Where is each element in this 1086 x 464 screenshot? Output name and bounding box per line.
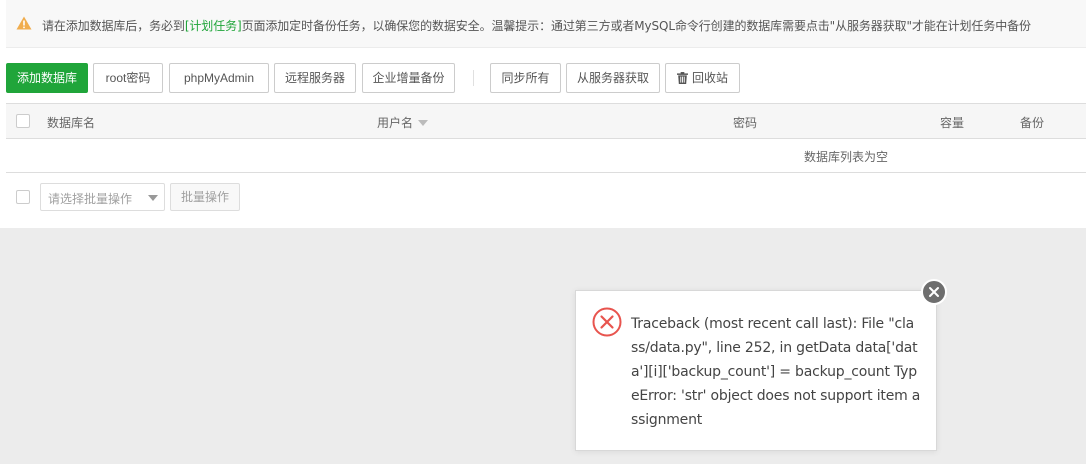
- sync-all-button[interactable]: 同步所有: [490, 63, 561, 93]
- error-message: Traceback (most recent call last): File …: [631, 316, 921, 428]
- batch-select-checkbox[interactable]: [16, 190, 30, 204]
- fetch-from-server-button[interactable]: 从服务器获取: [566, 63, 660, 93]
- recycle-bin-button[interactable]: 回收站: [665, 63, 740, 93]
- column-db-name: 数据库名: [47, 116, 96, 130]
- column-capacity: 容量: [940, 116, 965, 130]
- warning-alert: 请在添加数据库后，务必到[计划任务]页面添加定时备份任务，以确保您的数据安全。温…: [6, 0, 1086, 48]
- column-backup: 备份: [1020, 116, 1045, 130]
- batch-action-placeholder: 请选择批量操作: [48, 192, 133, 206]
- column-username-label: 用户名: [377, 116, 414, 130]
- remote-server-button[interactable]: 远程服务器: [274, 63, 356, 93]
- select-all-checkbox[interactable]: [16, 114, 30, 128]
- incremental-backup-button[interactable]: 企业增量备份: [362, 63, 455, 93]
- warning-icon: [16, 16, 32, 30]
- chevron-down-icon: [148, 195, 158, 201]
- error-dialog: Traceback (most recent call last): File …: [575, 290, 937, 451]
- empty-list-text: 数据库列表为空: [804, 150, 889, 164]
- alert-text: 请在添加数据库后，务必到[计划任务]页面添加定时备份任务，以确保您的数据安全。温…: [42, 17, 1031, 34]
- error-circle-icon: [592, 307, 622, 337]
- alert-text-after: 页面添加定时备份任务，以确保您的数据安全。温馨提示：通过第三方或者MySQL命令…: [241, 19, 1031, 33]
- batch-action-select[interactable]: 请选择批量操作: [40, 183, 165, 211]
- database-panel: 请在添加数据库后，务必到[计划任务]页面添加定时备份任务，以确保您的数据安全。温…: [0, 0, 1086, 228]
- trash-icon: [676, 72, 688, 84]
- batch-action-button[interactable]: 批量操作: [170, 183, 240, 211]
- recycle-bin-label: 回收站: [691, 71, 728, 85]
- cron-task-link[interactable]: [计划任务]: [185, 19, 242, 33]
- sort-down-icon[interactable]: [418, 120, 429, 126]
- column-password: 密码: [733, 116, 758, 130]
- alert-text-before: 请在添加数据库后，务必到: [42, 19, 185, 33]
- toolbar-divider: [473, 70, 474, 86]
- phpmyadmin-button[interactable]: phpMyAdmin: [169, 63, 269, 93]
- add-database-button[interactable]: 添加数据库: [6, 63, 88, 93]
- close-dialog-button[interactable]: [921, 279, 947, 305]
- table-body: 数据库列表为空: [6, 139, 1086, 173]
- table-header: 数据库名 用户名 密码 容量 备份: [6, 103, 1086, 139]
- column-username[interactable]: 用户名: [377, 114, 429, 131]
- close-icon: [929, 287, 939, 297]
- root-password-button[interactable]: root密码: [93, 63, 163, 93]
